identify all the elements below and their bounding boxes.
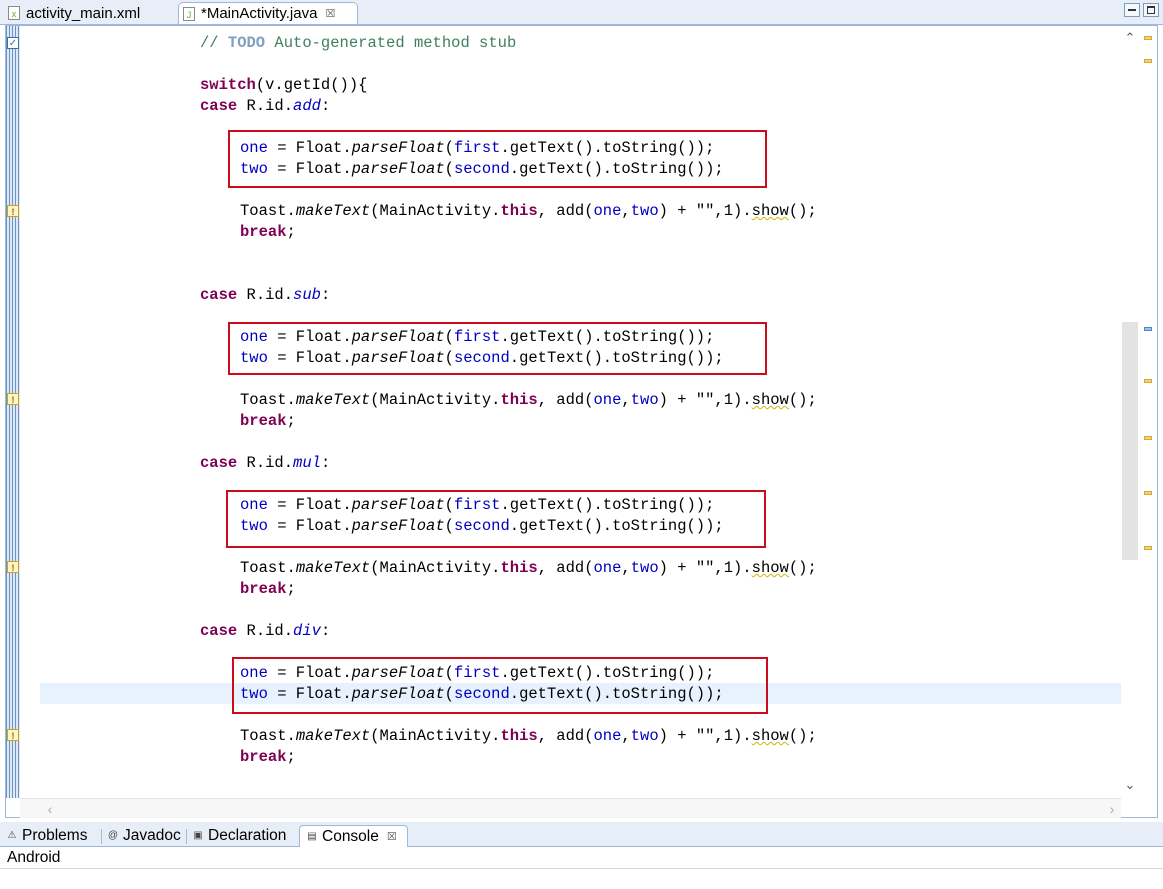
vertical-scrollbar[interactable]: ⌃ ⌄ — [1121, 26, 1139, 798]
tab-label: Javadoc — [123, 826, 181, 844]
declaration-icon: ▣ — [193, 829, 203, 841]
code-text-area[interactable]: // TODO Auto-generated method stub switc… — [36, 26, 1121, 798]
minimize-button[interactable] — [1124, 3, 1140, 17]
code-editor[interactable]: ✓ ! ! ! ! // TODO Auto-generated method … — [5, 25, 1158, 818]
tab-javadoc[interactable]: @ Javadoc — [101, 825, 181, 846]
console-title: Android — [7, 849, 61, 866]
code-line: Toast.makeText(MainActivity.this, add(on… — [240, 727, 817, 745]
tab-label: Problems — [22, 826, 88, 844]
tab-label: activity_main.xml — [26, 4, 141, 22]
console-icon: ▤ — [307, 830, 317, 842]
tab-label: Declaration — [208, 826, 287, 844]
close-icon[interactable]: ☒ — [325, 7, 335, 20]
problems-icon: ⚠ — [7, 829, 17, 841]
overview-warning-marker[interactable] — [1144, 546, 1152, 550]
code-line: case R.id.mul: — [200, 454, 331, 472]
scroll-up-icon[interactable]: ⌃ — [1122, 31, 1138, 45]
code-line: Toast.makeText(MainActivity.this, add(on… — [240, 559, 817, 577]
highlight-box — [232, 657, 768, 714]
tab-console[interactable]: ▤ Console ☒ — [299, 825, 408, 847]
annotation-ruler: ✓ ! ! ! ! — [6, 26, 20, 798]
editor-tab-bar: x activity_main.xml J *MainActivity.java… — [0, 0, 1163, 25]
code-line: break; — [240, 748, 296, 766]
tab-problems[interactable]: ⚠ Problems — [0, 825, 88, 846]
code-line: break; — [240, 223, 296, 241]
code-line: Toast.makeText(MainActivity.this, add(on… — [240, 202, 817, 220]
close-icon[interactable]: ☒ — [387, 830, 397, 843]
highlight-box — [228, 322, 767, 375]
overview-warning-marker[interactable] — [1144, 36, 1152, 40]
code-line: case R.id.div: — [200, 622, 331, 640]
task-marker-icon[interactable]: ✓ — [7, 37, 19, 49]
tab-activity-main-xml[interactable]: x activity_main.xml — [4, 2, 140, 24]
code-line: break; — [240, 412, 296, 430]
console-output[interactable] — [0, 868, 1163, 889]
warning-marker-icon[interactable]: ! — [7, 205, 19, 217]
horizontal-scrollbar[interactable]: ‹ › — [20, 798, 1121, 818]
code-line: case R.id.sub: — [200, 286, 331, 304]
maximize-button[interactable] — [1143, 3, 1159, 17]
tab-label: *MainActivity.java — [201, 5, 318, 22]
highlight-box — [228, 130, 767, 188]
warning-marker-icon[interactable]: ! — [7, 393, 19, 405]
code-line: case R.id.add: — [200, 97, 331, 115]
overview-occurrence-marker[interactable] — [1144, 327, 1152, 331]
tab-main-activity-java[interactable]: J *MainActivity.java ☒ — [178, 2, 358, 24]
overview-warning-marker[interactable] — [1144, 491, 1152, 495]
warning-marker-icon[interactable]: ! — [7, 561, 19, 573]
scroll-down-icon[interactable]: ⌄ — [1122, 778, 1138, 792]
at-icon: @ — [107, 829, 119, 841]
highlight-box — [226, 490, 766, 548]
panel-tab-bar: ⚠ Problems @ Javadoc ▣ Declaration ▤ Con… — [0, 822, 1163, 847]
scroll-left-icon[interactable]: ‹ — [42, 802, 58, 816]
code-line: switch(v.getId()){ — [200, 76, 368, 94]
code-line: Toast.makeText(MainActivity.this, add(on… — [240, 391, 817, 409]
code-line: // TODO Auto-generated method stub — [200, 34, 517, 52]
warning-marker-icon[interactable]: ! — [7, 729, 19, 741]
console-panel: ⚠ Problems @ Javadoc ▣ Declaration ▤ Con… — [0, 818, 1163, 888]
overview-warning-marker[interactable] — [1144, 436, 1152, 440]
scrollbar-thumb[interactable] — [1122, 322, 1138, 560]
folding-ruler — [20, 26, 36, 798]
xml-file-icon: x — [8, 6, 20, 20]
overview-ruler — [1139, 26, 1157, 798]
tab-label: Console — [322, 827, 379, 845]
overview-warning-marker[interactable] — [1144, 59, 1152, 63]
scroll-right-icon[interactable]: › — [1104, 802, 1120, 816]
overview-warning-marker[interactable] — [1144, 379, 1152, 383]
tab-declaration[interactable]: ▣ Declaration — [186, 825, 286, 846]
java-file-icon: J — [183, 6, 195, 21]
code-line: break; — [240, 580, 296, 598]
